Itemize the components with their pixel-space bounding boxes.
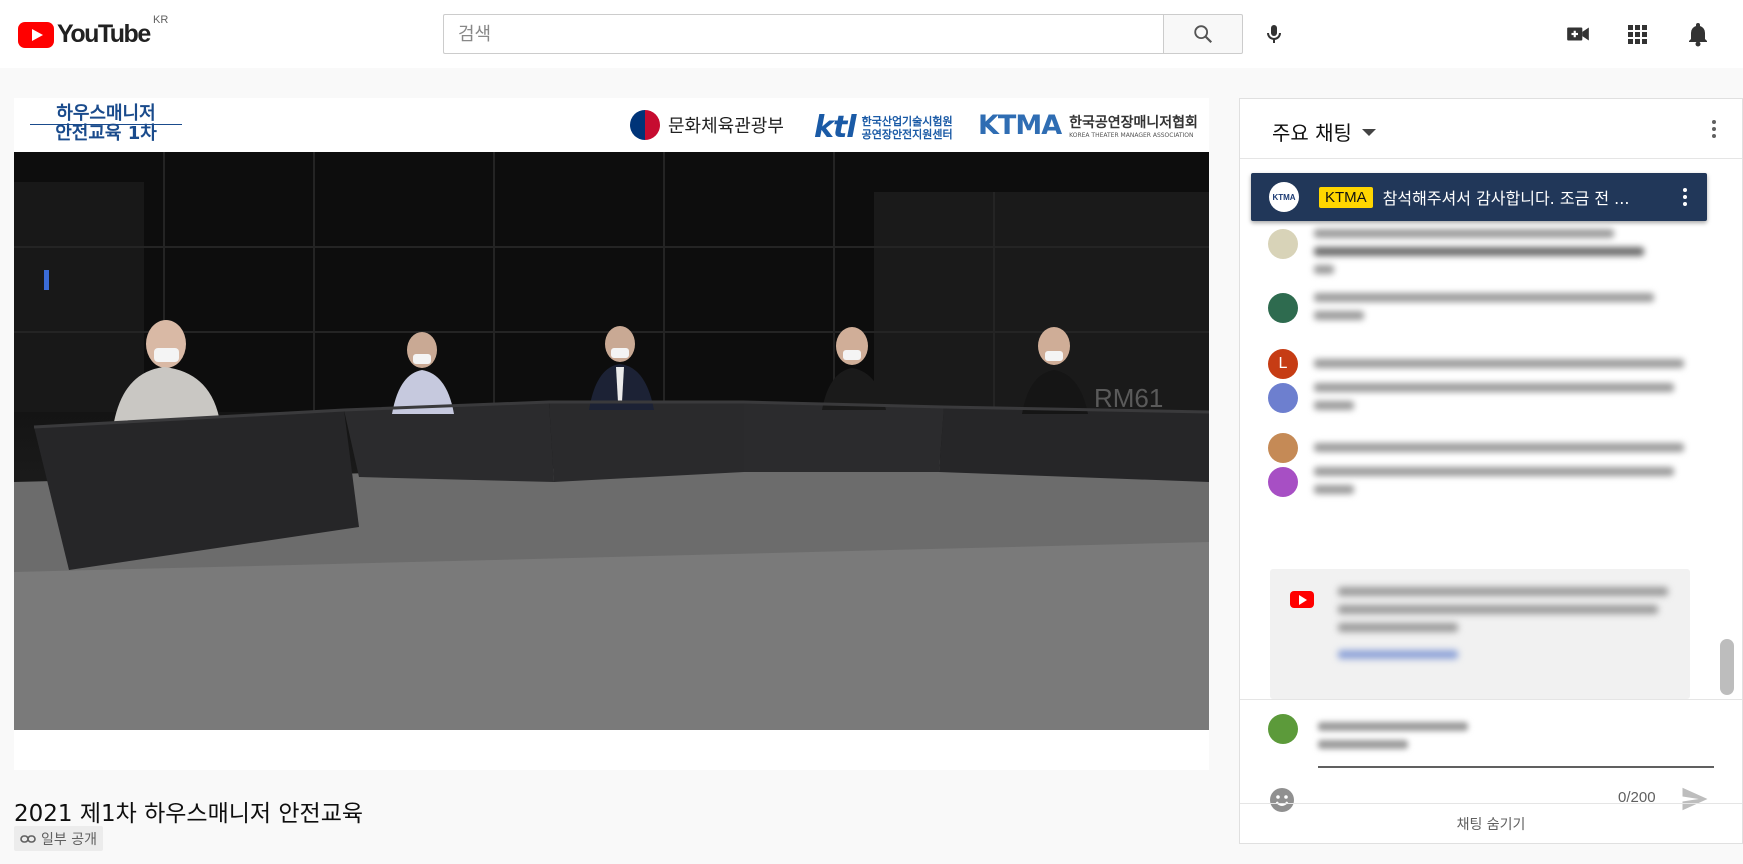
svg-text:RM61: RM61 (1094, 383, 1163, 413)
masthead: YouTube KR (0, 0, 1743, 68)
chat-compose: 0/200 (1240, 699, 1742, 812)
privacy-badge: 일부 공개 (14, 826, 103, 851)
avatar (1268, 467, 1298, 497)
pinned-author-avatar: KTMA (1269, 182, 1299, 212)
pinned-message-text: 참석해주셔서 감사합니다. 조금 전 ... (1382, 189, 1630, 208)
search-icon (1194, 25, 1213, 44)
chat-message (1268, 467, 1674, 503)
avatar (1268, 433, 1298, 463)
notifications-bell-icon (1689, 23, 1707, 47)
avatar (1268, 293, 1298, 323)
sponsor-moc: 문화체육관광부 (630, 110, 784, 140)
pinned-menu-button[interactable] (1675, 185, 1695, 209)
sponsor-moc-name: 문화체육관광부 (668, 116, 784, 137)
owner-author-badge: KTMA (1319, 186, 1373, 208)
sponsor-ktl: ktl 한국산업기술시험원 공연장안전지원센터 (814, 110, 953, 145)
chat-mode-dropdown[interactable]: 주요 채팅 (1272, 117, 1376, 146)
video-banner: 하우스매니저 안전교육 1차 문화체육관광부 ktl 한국산업기술시험원 공연장… (14, 98, 1209, 152)
stage-scene-image: RM61 (14, 152, 1209, 730)
avatar (1268, 383, 1298, 413)
chat-messages[interactable]: L (1240, 159, 1742, 699)
chat-mode-label: 주요 채팅 (1272, 121, 1352, 145)
privacy-label: 일부 공개 (41, 831, 97, 848)
create-video-icon (1567, 27, 1589, 41)
sponsor-ktma-ko: 한국공연장매니저협회 (1069, 115, 1198, 131)
search-bar (443, 14, 1243, 54)
link-icon (20, 834, 36, 843)
banner-title-line1: 하우스매니저 (56, 103, 156, 124)
chat-input-field[interactable] (1318, 766, 1714, 768)
apps-grid-icon (1628, 25, 1647, 44)
chat-message (1268, 383, 1674, 419)
notifications-button[interactable] (1682, 18, 1714, 50)
logo-text: YouTube (57, 20, 151, 48)
video-title: 2021 제1차 하우스매니저 안전교육 (14, 801, 364, 827)
create-button[interactable] (1562, 18, 1594, 50)
avatar: L (1268, 349, 1298, 379)
video-player[interactable]: 하우스매니저 안전교육 1차 문화체육관광부 ktl 한국산업기술시험원 공연장… (14, 98, 1209, 770)
banner-title-line2: 안전교육 1차 (55, 123, 157, 144)
youtube-logo[interactable]: YouTube KR (18, 14, 168, 49)
chat-message (1268, 433, 1684, 463)
banner-title: 하우스매니저 안전교육 1차 (26, 104, 186, 146)
chat-menu-button[interactable] (1704, 117, 1724, 141)
chat-scrollbar[interactable] (1720, 639, 1734, 695)
mic-icon (1267, 25, 1281, 43)
chat-header: 주요 채팅 (1240, 99, 1742, 159)
sponsor-ktl-line1: 한국산업기술시험원 (861, 114, 953, 128)
user-avatar (1268, 714, 1298, 744)
search-input[interactable] (443, 14, 1163, 54)
ktl-logo: ktl (814, 110, 857, 145)
avatar (1268, 229, 1298, 259)
sponsor-ktma-en: KOREA THEATER MANAGER ASSOCIATION (1069, 132, 1194, 139)
banner-title-rule (30, 124, 182, 125)
youtube-notice (1270, 569, 1690, 699)
pinned-message[interactable]: KTMA KTMA 참석해주셔서 감사합니다. 조금 전 ... (1251, 173, 1707, 221)
apps-button[interactable] (1621, 18, 1653, 50)
live-chat-panel: 주요 채팅 KTMA KTMA 참석해주셔서 감사합니다. 조금 전 ... L (1239, 98, 1743, 844)
youtube-icon (1290, 591, 1314, 608)
chat-message: L (1268, 349, 1684, 379)
chat-message (1268, 293, 1654, 329)
search-button[interactable] (1163, 14, 1243, 54)
taegeuk-emblem-icon (630, 110, 660, 140)
sponsor-ktl-line2: 공연장안전지원센터 (861, 127, 953, 141)
country-code: KR (153, 14, 169, 26)
hide-chat-button[interactable]: 채팅 숨기기 (1240, 803, 1742, 844)
caret-down-icon (1361, 129, 1376, 136)
voice-search-button[interactable] (1258, 18, 1290, 50)
chat-message (1268, 229, 1644, 283)
video-frame: RM61 (14, 152, 1209, 730)
sponsor-ktma: KTMA 한국공연장매니저협회 KOREA THEATER MANAGER AS… (978, 110, 1198, 141)
ktma-logo: KTMA (978, 110, 1062, 141)
youtube-play-icon (18, 21, 54, 48)
